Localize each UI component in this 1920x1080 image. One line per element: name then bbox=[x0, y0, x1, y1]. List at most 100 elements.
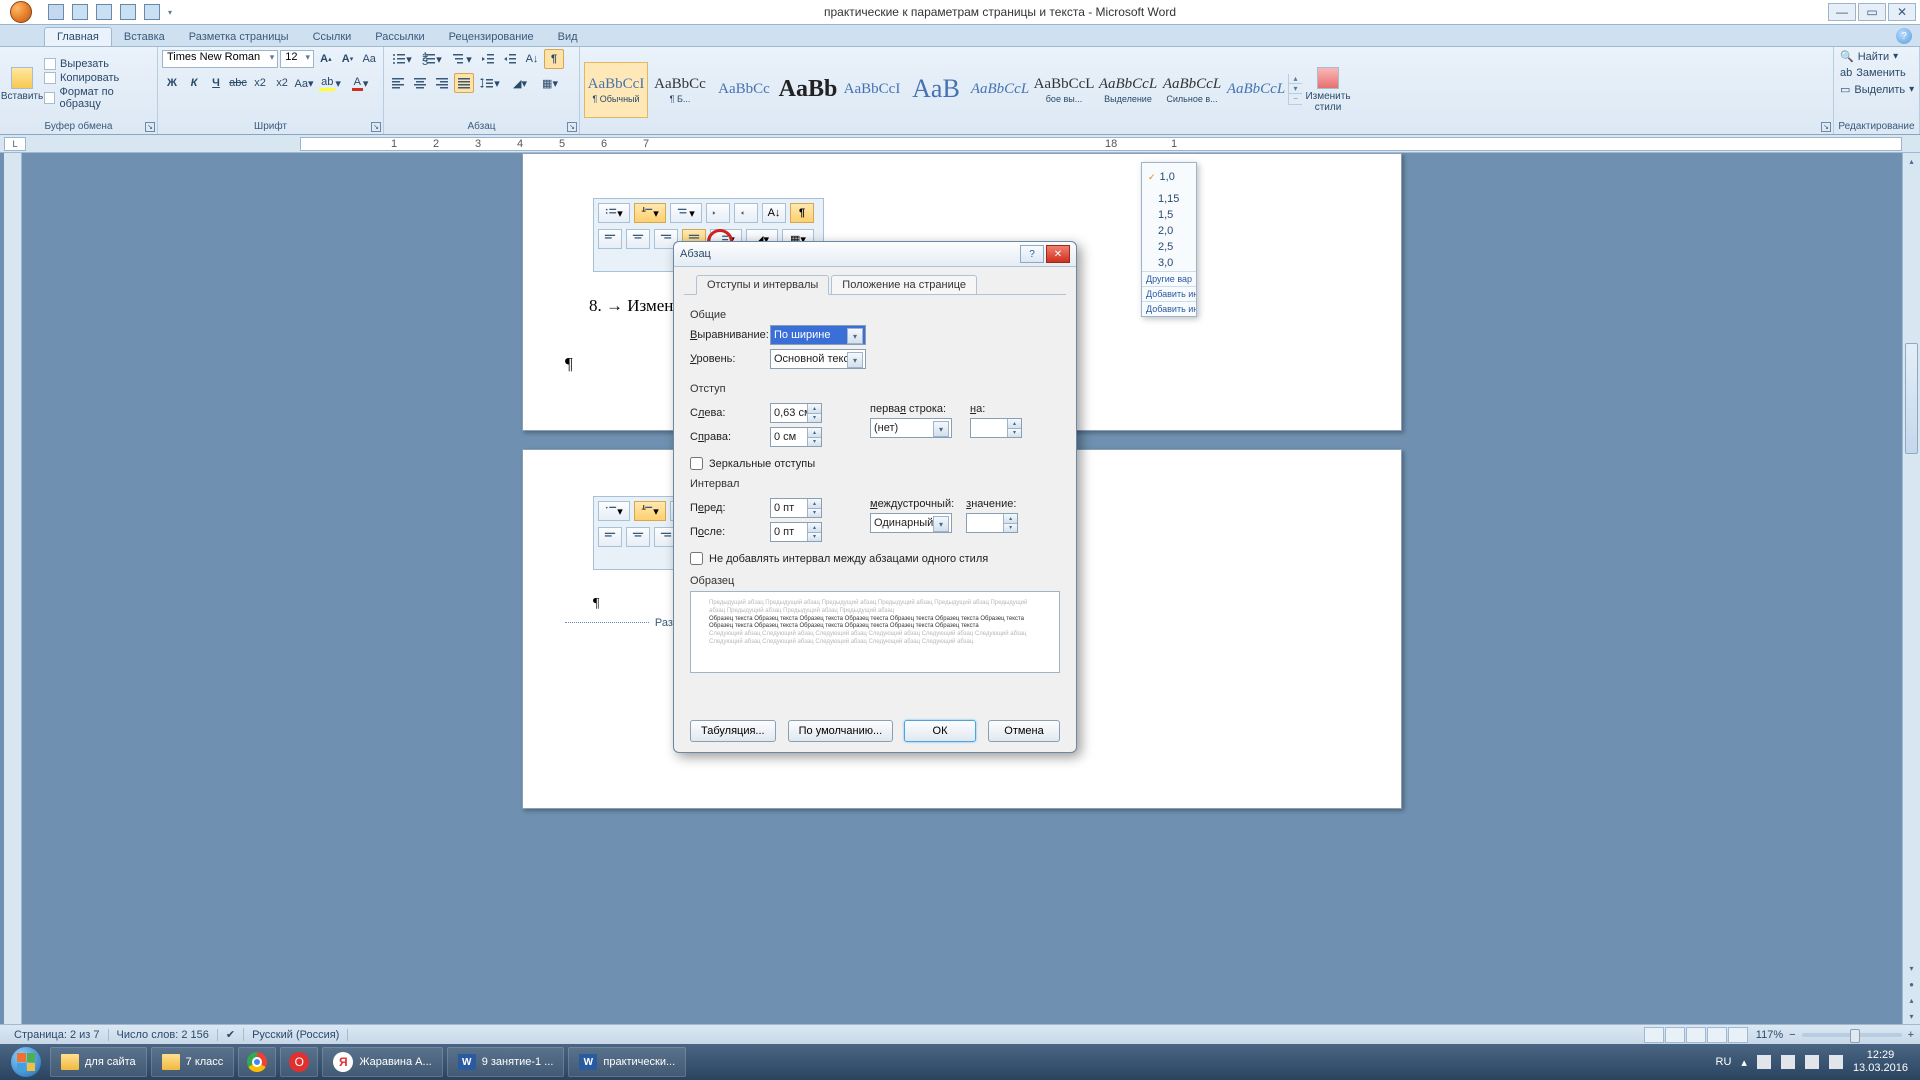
font-name-select[interactable]: Times New Roman bbox=[162, 50, 278, 68]
sort-button[interactable]: A↓ bbox=[522, 49, 542, 69]
style-item[interactable]: AaBbCc¶ Б... bbox=[648, 62, 712, 118]
taskbar-item[interactable]: W9 занятие-1 ... bbox=[447, 1047, 565, 1077]
style-item[interactable]: AaBbCcLбое вы... bbox=[1032, 62, 1096, 118]
subscript-button[interactable]: x2 bbox=[250, 73, 270, 93]
decrease-indent-button[interactable] bbox=[478, 49, 498, 69]
replace-button[interactable]: abЗаменить bbox=[1838, 66, 1915, 80]
spacing-2.5[interactable]: 2,5 bbox=[1142, 239, 1196, 255]
cut-button[interactable]: Вырезать bbox=[44, 58, 153, 70]
style-item[interactable]: AaBbCcLВыделение bbox=[1096, 62, 1160, 118]
increase-indent-button[interactable] bbox=[500, 49, 520, 69]
start-button[interactable] bbox=[6, 1046, 46, 1078]
ok-button[interactable]: ОК bbox=[904, 720, 976, 742]
tab-selector[interactable]: L bbox=[4, 137, 26, 151]
flag-icon[interactable] bbox=[1781, 1055, 1795, 1069]
view-buttons[interactable] bbox=[1644, 1027, 1748, 1043]
styles-launcher-icon[interactable]: ↘ bbox=[1821, 122, 1831, 132]
save-icon[interactable] bbox=[48, 4, 64, 20]
redo-icon[interactable] bbox=[96, 4, 112, 20]
style-item[interactable]: AaBbCc bbox=[712, 62, 776, 118]
action-center-icon[interactable] bbox=[1757, 1055, 1771, 1069]
font-size-select[interactable]: 12 bbox=[280, 50, 314, 68]
zoom-out-icon[interactable]: − bbox=[1789, 1029, 1795, 1041]
bold-button[interactable]: Ж bbox=[162, 73, 182, 93]
select-button[interactable]: ▭Выделить ▾ bbox=[1838, 82, 1915, 97]
styles-scroll[interactable]: ▴▾⎯ bbox=[1288, 74, 1302, 105]
highlight-color-button[interactable]: ab▾ bbox=[316, 73, 344, 93]
line-spacing-combo[interactable]: Одинарный bbox=[870, 513, 952, 533]
office-button[interactable] bbox=[0, 0, 42, 25]
level-combo[interactable]: Основной текст bbox=[770, 349, 866, 369]
first-line-combo[interactable]: (нет) bbox=[870, 418, 952, 438]
dialog-tab-position[interactable]: Положение на странице bbox=[831, 275, 977, 294]
scroll-thumb[interactable] bbox=[1905, 343, 1918, 454]
before-spin[interactable]: 0 пт▴▾ bbox=[770, 498, 822, 518]
spacing-add-before[interactable]: Добавить инт bbox=[1142, 286, 1196, 301]
tab-review[interactable]: Рецензирование bbox=[437, 28, 546, 46]
spell-check-icon[interactable]: ✔ bbox=[218, 1028, 244, 1041]
align-right-button[interactable] bbox=[432, 73, 452, 93]
tab-mailings[interactable]: Рассылки bbox=[363, 28, 436, 46]
dialog-help-button[interactable]: ? bbox=[1020, 245, 1044, 263]
tab-view[interactable]: Вид bbox=[546, 28, 590, 46]
zoom-slider[interactable] bbox=[1802, 1033, 1902, 1037]
font-launcher-icon[interactable]: ↘ bbox=[371, 122, 381, 132]
style-normal[interactable]: AaBbCcI¶ Обычный bbox=[584, 62, 648, 118]
font-color-button[interactable]: A▾ bbox=[346, 73, 374, 93]
tab-references[interactable]: Ссылки bbox=[301, 28, 364, 46]
indent-by-spin[interactable]: ▴▾ bbox=[970, 418, 1022, 438]
volume-icon[interactable] bbox=[1829, 1055, 1843, 1069]
taskbar-item[interactable]: Wпрактически... bbox=[568, 1047, 686, 1077]
vertical-scrollbar[interactable]: ▴ ▾ ● ▴ ▾ bbox=[1902, 153, 1920, 1024]
style-item[interactable]: AaBbCcL bbox=[968, 62, 1032, 118]
taskbar-chrome[interactable] bbox=[238, 1047, 276, 1077]
style-item[interactable]: AaBbCcL bbox=[1224, 62, 1288, 118]
word-count[interactable]: Число слов: 2 156 bbox=[109, 1029, 218, 1041]
justify-button[interactable] bbox=[454, 73, 474, 93]
print-preview-icon[interactable] bbox=[120, 4, 136, 20]
zoom-in-icon[interactable]: + bbox=[1908, 1029, 1914, 1041]
tray-arrow-icon[interactable]: ▴ bbox=[1741, 1056, 1747, 1069]
mirror-indents-check[interactable] bbox=[690, 457, 703, 470]
style-item[interactable]: AaB bbox=[904, 62, 968, 118]
after-spin[interactable]: 0 пт▴▾ bbox=[770, 522, 822, 542]
spacing-1.5[interactable]: 1,5 bbox=[1142, 207, 1196, 223]
spacing-3.0[interactable]: 3,0 bbox=[1142, 255, 1196, 271]
spacing-1.15[interactable]: 1,15 bbox=[1142, 191, 1196, 207]
shading-button[interactable]: ◢▾ bbox=[506, 73, 534, 93]
grow-font-button[interactable]: A▴ bbox=[316, 49, 336, 69]
clear-formatting-button[interactable]: Aa bbox=[359, 49, 379, 69]
network-icon[interactable] bbox=[1805, 1055, 1819, 1069]
taskbar-item[interactable]: для сайта bbox=[50, 1047, 147, 1077]
spacing-1.0[interactable]: 1,0 bbox=[1142, 169, 1196, 185]
align-center-button[interactable] bbox=[410, 73, 430, 93]
horizontal-ruler[interactable]: 1234567 18 1 bbox=[300, 137, 1902, 151]
zoom-level[interactable]: 117% bbox=[1756, 1029, 1783, 1041]
default-button[interactable]: По умолчанию... bbox=[788, 720, 894, 742]
tab-home[interactable]: Главная bbox=[44, 27, 112, 46]
style-item[interactable]: AaBb bbox=[776, 62, 840, 118]
undo-icon[interactable] bbox=[72, 4, 88, 20]
paste-button[interactable]: Вставить bbox=[4, 60, 40, 108]
input-language[interactable]: RU bbox=[1716, 1056, 1732, 1068]
find-button[interactable]: 🔍Найти ▾ bbox=[1838, 49, 1915, 64]
multilevel-list-button[interactable]: ▾ bbox=[448, 49, 476, 69]
change-styles-button[interactable]: Изменить стили bbox=[1302, 66, 1354, 114]
tab-page-layout[interactable]: Разметка страницы bbox=[177, 28, 301, 46]
align-left-button[interactable] bbox=[388, 73, 408, 93]
page-indicator[interactable]: Страница: 2 из 7 bbox=[6, 1029, 109, 1041]
shrink-font-button[interactable]: A▾ bbox=[338, 49, 358, 69]
style-item[interactable]: AaBbCcI bbox=[840, 62, 904, 118]
bullets-button[interactable]: ▾ bbox=[388, 49, 416, 69]
borders-button[interactable]: ▦▾ bbox=[536, 73, 564, 93]
tab-insert[interactable]: Вставка bbox=[112, 28, 177, 46]
copy-button[interactable]: Копировать bbox=[44, 72, 153, 84]
spacing-other[interactable]: Другие вар bbox=[1142, 271, 1196, 286]
line-spacing-button[interactable]: ▾ bbox=[476, 73, 504, 93]
taskbar-item[interactable]: ЯЖаравина А... bbox=[322, 1047, 442, 1077]
indent-left-spin[interactable]: 0,63 см▴▾ bbox=[770, 403, 822, 423]
help-icon[interactable]: ? bbox=[1896, 28, 1912, 44]
indent-right-spin[interactable]: 0 см▴▾ bbox=[770, 427, 822, 447]
dialog-close-button[interactable]: ✕ bbox=[1046, 245, 1070, 263]
no-add-space-check[interactable] bbox=[690, 552, 703, 565]
